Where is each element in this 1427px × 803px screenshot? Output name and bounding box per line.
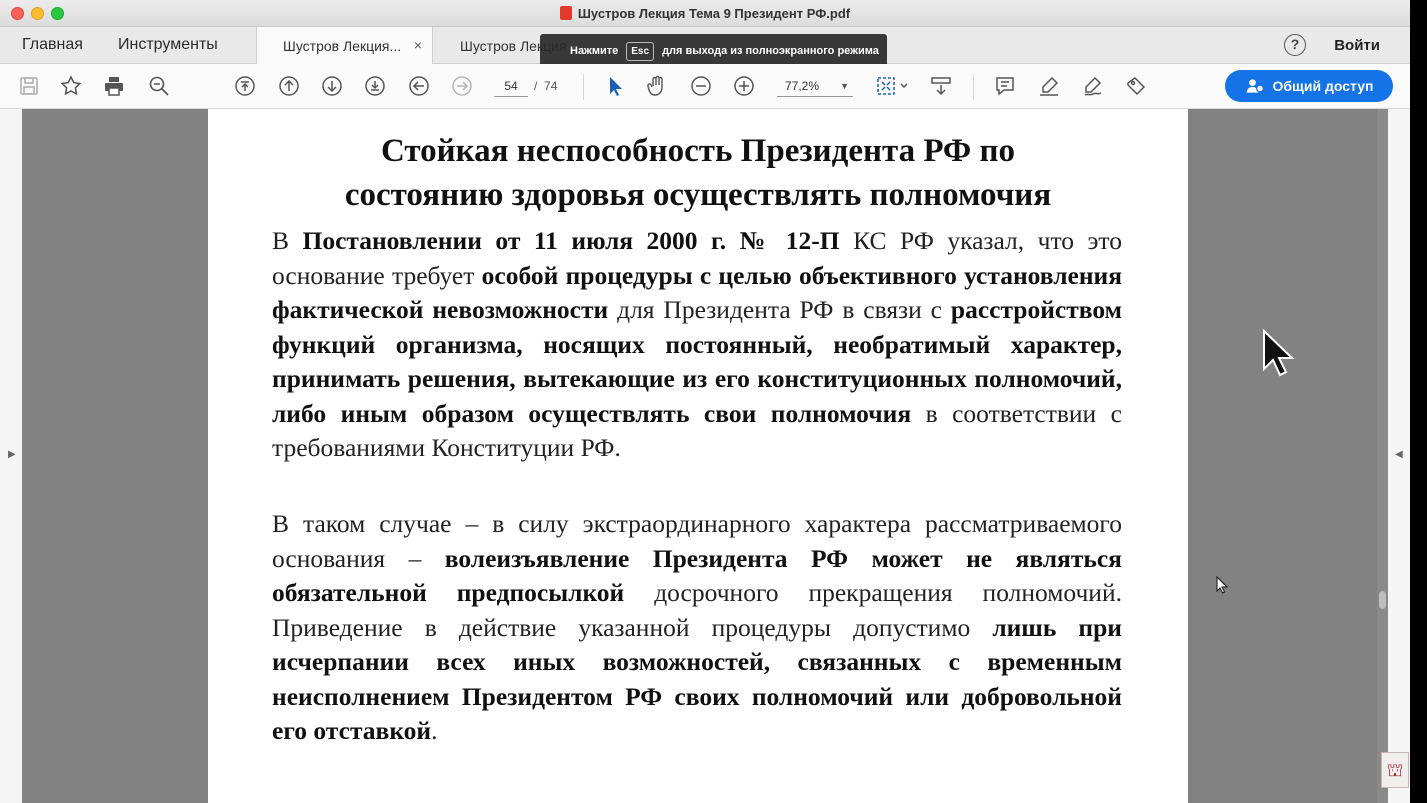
- forward-icon[interactable]: [449, 73, 475, 99]
- page-separator: /: [534, 79, 538, 93]
- chevron-down-icon: ▼: [840, 81, 849, 91]
- close-icon[interactable]: ×: [414, 37, 422, 53]
- pdf-page: Стойкая неспособность Президента РФ по с…: [208, 109, 1188, 803]
- university-logo-icon: ⛫: [1381, 752, 1409, 788]
- p2-run-4: .: [431, 716, 438, 745]
- mouse-cursor-icon: [1263, 329, 1295, 377]
- fullscreen-notice-before: Нажмите: [570, 45, 619, 57]
- doc-tab-1-label: Шустров Лекция...: [283, 38, 402, 54]
- tab-tools[interactable]: Инструменты: [118, 36, 218, 54]
- expand-right-panel-icon[interactable]: ◀: [1395, 449, 1403, 460]
- page-total-value: 74: [544, 79, 558, 93]
- next-page-icon[interactable]: [319, 73, 345, 99]
- select-arrow-icon[interactable]: [601, 73, 627, 99]
- doc-tab-1[interactable]: Шустров Лекция... ×: [256, 27, 433, 64]
- paragraph-1: В Постановлении от 11 июля 2000 г. № 12-…: [272, 224, 1122, 466]
- document-viewer[interactable]: ▶ Стойкая неспособность Президента РФ по…: [0, 109, 1410, 803]
- toolbar-divider: [973, 74, 974, 100]
- scroll-mode-icon[interactable]: [928, 73, 954, 99]
- toolbar-divider: [583, 74, 584, 100]
- window-title: Шустров Лекция Тема 9 Президент РФ.pdf: [0, 6, 1410, 21]
- share-button-label: Общий доступ: [1272, 78, 1374, 94]
- window-title-text: Шустров Лекция Тема 9 Президент РФ.pdf: [577, 6, 851, 21]
- share-user-icon: [1246, 79, 1264, 93]
- share-button[interactable]: Общий доступ: [1225, 70, 1393, 102]
- paragraph-2: В таком случае – в силу экстраординарног…: [272, 507, 1122, 749]
- login-button[interactable]: Войти: [1334, 37, 1380, 54]
- back-icon[interactable]: [406, 73, 432, 99]
- highlight-icon[interactable]: [1036, 73, 1062, 99]
- right-panel-rail[interactable]: ◀: [1388, 109, 1410, 803]
- screen-edge: [1410, 0, 1427, 803]
- window-titlebar: Шустров Лекция Тема 9 Президент РФ.pdf: [0, 0, 1410, 27]
- left-panel-rail[interactable]: ▶: [0, 109, 22, 803]
- zoom-level-value: 77,2%: [785, 79, 820, 93]
- print-icon[interactable]: [101, 73, 127, 99]
- page-total: / 74: [534, 79, 557, 93]
- mouse-pointer-icon: [1216, 576, 1228, 594]
- last-page-icon[interactable]: [362, 73, 388, 99]
- zoom-level-select[interactable]: 77,2% ▼: [777, 75, 853, 97]
- vertical-scrollbar[interactable]: [1377, 109, 1388, 803]
- expand-left-panel-icon[interactable]: ▶: [8, 449, 16, 460]
- save-icon[interactable]: [16, 73, 42, 99]
- tab-home[interactable]: Главная: [22, 36, 83, 54]
- fit-page-icon[interactable]: [874, 73, 910, 99]
- p1-run-1: Постановлении от 11 июля 2000 г. № 12-П: [302, 226, 840, 255]
- toolbar: 54 / 74 77,2% ▼ Общий доступ: [0, 64, 1410, 109]
- page-title-line-1: Стойкая неспособность Президента РФ по: [380, 133, 1016, 169]
- first-page-icon[interactable]: [232, 73, 258, 99]
- prev-page-icon[interactable]: [276, 73, 302, 99]
- fullscreen-notice-after: для выхода из полноэкранного режима: [662, 45, 879, 57]
- comment-icon[interactable]: [992, 73, 1018, 99]
- bookmark-star-icon[interactable]: [58, 73, 84, 99]
- scrollbar-thumb[interactable]: [1379, 591, 1386, 609]
- p1-run-4: для Президента РФ в связи с: [608, 295, 951, 324]
- fullscreen-notice: Нажмите Esc для выхода из полноэкранного…: [540, 34, 887, 68]
- page-title-line-2: состоянию здоровья осуществлять полномоч…: [344, 177, 1052, 213]
- sign-icon[interactable]: [1080, 73, 1106, 99]
- page-title: Стойкая неспособность Президента РФ по с…: [208, 129, 1188, 217]
- esc-key-badge: Esc: [626, 41, 655, 61]
- stamp-icon[interactable]: [1123, 73, 1149, 99]
- zoom-out-icon[interactable]: [688, 73, 714, 99]
- hand-icon[interactable]: [644, 73, 670, 99]
- help-icon[interactable]: ?: [1284, 34, 1306, 56]
- page-number-input[interactable]: 54: [494, 75, 528, 97]
- pdf-file-icon: [559, 6, 572, 20]
- p1-run-0: В: [272, 226, 303, 255]
- zoom-in-icon[interactable]: [731, 73, 757, 99]
- zoom-search-icon[interactable]: [146, 73, 172, 99]
